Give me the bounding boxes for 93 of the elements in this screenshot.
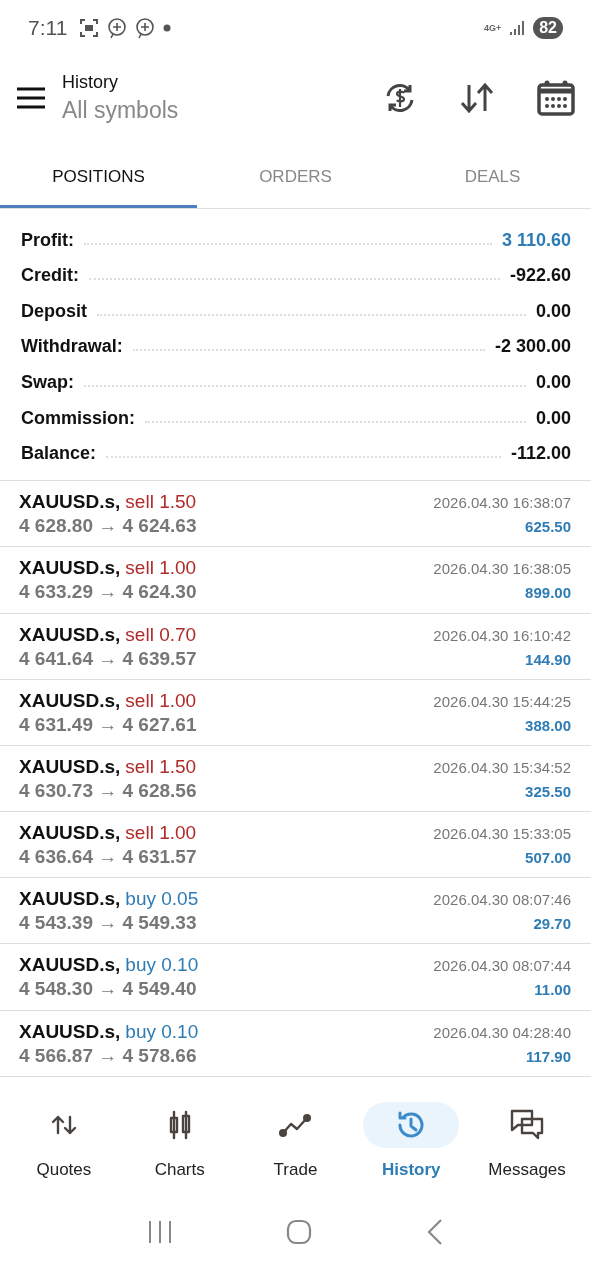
price-change: 4 543.39 → 4 549.33 — [19, 912, 197, 935]
position-profit: 29.70 — [533, 915, 571, 933]
position-row[interactable]: XAUUSD.s, buy 0.10 4 566.87 → 4 578.66 2026.04.30 04:28:40 117.90 — [0, 1010, 591, 1077]
summary-value: 0.00 — [535, 371, 571, 393]
symbol-name: XAUUSD.s, — [19, 755, 121, 778]
tab[interactable]: ORDERS — [197, 148, 394, 208]
position-profit: 625.50 — [525, 518, 571, 536]
symbol-name: XAUUSD.s, — [19, 557, 121, 580]
position-profit: 507.00 — [525, 849, 571, 867]
trade-type: sell 1.50 — [125, 755, 197, 778]
back-button[interactable] — [426, 1218, 445, 1246]
sort-button[interactable] — [459, 82, 495, 114]
close-time: 2026.04.30 15:33:05 — [433, 825, 571, 843]
screenshot-icon — [79, 18, 100, 38]
summary-label: Balance: — [21, 443, 97, 465]
summary-value: 0.00 — [535, 300, 571, 322]
menu-button[interactable] — [16, 87, 46, 109]
nav-tab[interactable]: Messages — [469, 1102, 585, 1194]
home-button[interactable] — [286, 1219, 313, 1245]
price-change: 4 630.73 → 4 628.56 — [19, 779, 197, 802]
summary-value: -2 300.00 — [494, 336, 571, 358]
price-change: 4 633.29 → 4 624.30 — [19, 581, 197, 604]
position-row[interactable]: XAUUSD.s, buy 0.10 4 548.30 → 4 549.40 2026.04.30 08:07:44 11.00 — [0, 944, 591, 1011]
tab[interactable]: DEALS — [394, 148, 591, 208]
trade-type: sell 1.00 — [125, 822, 197, 845]
screen-subtitle: All symbols — [62, 97, 180, 124]
symbol-name: XAUUSD.s, — [19, 689, 121, 712]
price-change: 4 641.64 → 4 639.57 — [19, 647, 197, 670]
trade-type: sell 1.00 — [125, 689, 197, 712]
trade-type: buy 0.10 — [125, 954, 199, 977]
symbol-name: XAUUSD.s, — [19, 1020, 121, 1043]
trade-type: sell 1.00 — [125, 557, 197, 580]
close-time: 2026.04.30 15:34:52 — [433, 758, 571, 776]
summary-label: Withdrawal: — [21, 336, 123, 358]
tab[interactable]: POSITIONS — [0, 148, 197, 208]
position-row[interactable]: XAUUSD.s, sell 1.50 4 628.80 → 4 624.63 2026.04.30 16:38:07 625.50 — [0, 481, 591, 548]
position-profit: 144.90 — [525, 650, 571, 668]
close-time: 2026.04.30 15:44:25 — [433, 692, 571, 710]
trade-type: sell 0.70 — [125, 623, 197, 646]
position-profit: 11.00 — [534, 981, 571, 999]
trade-type: sell 1.50 — [125, 491, 197, 514]
summary-value: -112.00 — [510, 443, 571, 465]
dot-icon — [163, 24, 172, 32]
position-row[interactable]: XAUUSD.s, sell 1.00 4 633.29 → 4 624.30 2026.04.30 16:38:05 899.00 — [0, 547, 591, 614]
summary-value: 3 110.60 — [501, 229, 571, 251]
nav-tab[interactable]: Charts — [121, 1102, 238, 1194]
position-profit: 899.00 — [525, 584, 571, 602]
symbol-name: XAUUSD.s, — [19, 822, 121, 845]
symbol-name: XAUUSD.s, — [19, 623, 121, 646]
summary-value: -922.60 — [509, 265, 571, 287]
price-change: 4 566.87 → 4 578.66 — [19, 1044, 197, 1067]
price-change: 4 636.64 → 4 631.57 — [19, 846, 197, 869]
line-chart-icon — [278, 1111, 313, 1139]
trade-type: buy 0.10 — [125, 1020, 199, 1043]
position-row[interactable]: XAUUSD.s, sell 1.00 4 636.64 → 4 631.57 2026.04.30 15:33:05 507.00 — [0, 812, 591, 879]
price-change: 4 631.49 → 4 627.61 — [19, 713, 197, 736]
position-row[interactable]: XAUUSD.s, sell 1.00 4 631.49 → 4 627.61 2026.04.30 15:44:25 388.00 — [0, 679, 591, 746]
nav-tab[interactable]: Trade — [237, 1102, 354, 1194]
trade-type: buy 0.05 — [125, 888, 199, 911]
add-bubble-icon — [107, 17, 128, 39]
add-bubble-icon — [135, 17, 156, 39]
status-time: 7:11 — [28, 16, 68, 40]
network-type: 4G+ — [483, 23, 502, 33]
close-time: 2026.04.30 16:38:07 — [433, 494, 571, 512]
position-row[interactable]: XAUUSD.s, sell 1.50 4 630.73 → 4 628.56 2026.04.30 15:34:52 325.50 — [0, 745, 591, 813]
summary-label: Profit: — [21, 229, 74, 251]
symbol-name: XAUUSD.s, — [19, 491, 121, 514]
summary-label: Commission: — [21, 407, 135, 429]
summary-label: Credit: — [21, 265, 79, 287]
close-time: 2026.04.30 04:28:40 — [433, 1023, 571, 1041]
nav-tab[interactable]: Quotes — [6, 1102, 122, 1194]
nav-tab[interactable]: History — [353, 1102, 470, 1194]
position-row[interactable]: XAUUSD.s, buy 0.05 4 543.39 → 4 549.33 2026.04.30 08:07:46 29.70 — [0, 878, 591, 945]
close-time: 2026.04.30 08:07:44 — [433, 957, 571, 975]
price-change: 4 548.30 → 4 549.40 — [19, 978, 197, 1001]
recent-apps-button[interactable] — [146, 1220, 173, 1244]
close-time: 2026.04.30 16:38:05 — [433, 560, 571, 578]
position-profit: 117.90 — [525, 1047, 571, 1065]
close-time: 2026.04.30 16:10:42 — [433, 626, 571, 644]
position-row[interactable]: XAUUSD.s, sell 0.70 4 641.64 → 4 639.57 2026.04.30 16:10:42 144.90 — [0, 613, 591, 680]
symbol-name: XAUUSD.s, — [19, 954, 121, 977]
calendar-button[interactable] — [537, 80, 575, 116]
summary-label: Deposit — [21, 300, 87, 322]
screen-title: History — [62, 72, 119, 93]
summary-label: Swap: — [21, 371, 74, 393]
summary-value: 0.00 — [535, 407, 571, 429]
battery-level: 82 — [533, 17, 563, 39]
position-profit: 325.50 — [525, 782, 571, 800]
close-time: 2026.04.30 08:07:46 — [433, 891, 571, 909]
price-change: 4 628.80 → 4 624.63 — [19, 515, 197, 538]
symbol-name: XAUUSD.s, — [19, 888, 121, 911]
signal-icon — [509, 20, 526, 36]
position-profit: 388.00 — [525, 716, 571, 734]
